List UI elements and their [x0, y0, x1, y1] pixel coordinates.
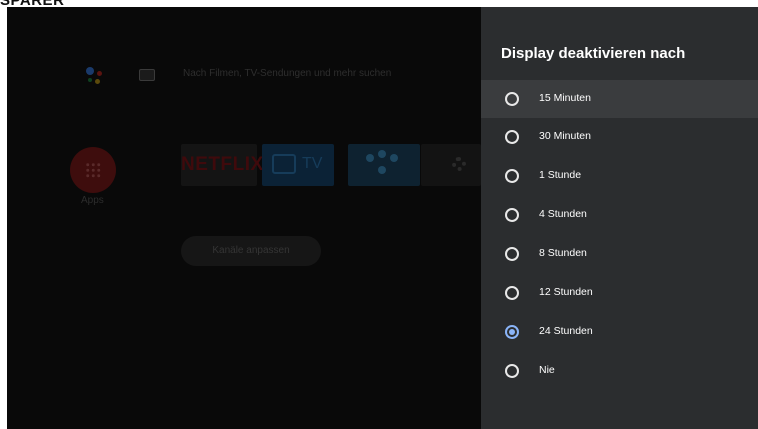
radio-unchecked-icon[interactable] — [505, 208, 519, 222]
gear-icon — [452, 157, 466, 171]
option-24-stunden[interactable]: 24 Stunden — [481, 313, 758, 351]
home-screen-dimmed: Nach Filmen, TV-Sendungen und mehr suche… — [7, 7, 481, 429]
option-label: 30 Minuten — [539, 130, 591, 142]
option-30-minuten[interactable]: 30 Minuten — [481, 118, 758, 156]
customize-channels-button[interactable]: Kanäle anpassen — [181, 236, 321, 266]
option-1-stunde[interactable]: 1 Stunde — [481, 157, 758, 195]
search-hint[interactable]: Nach Filmen, TV-Sendungen und mehr suche… — [183, 68, 391, 79]
option-15-minuten[interactable]: 15 Minuten — [481, 80, 758, 118]
radio-unchecked-icon[interactable] — [505, 130, 519, 144]
option-label: 4 Stunden — [539, 208, 587, 220]
store-tile[interactable] — [348, 144, 420, 186]
option-4-stunden[interactable]: 4 Stunden — [481, 196, 758, 234]
option-label: 12 Stunden — [539, 286, 593, 298]
option-label: 15 Minuten — [539, 92, 591, 104]
apps-grid-icon — [85, 162, 101, 178]
tv-icon — [272, 154, 296, 174]
panel-title: Display deaktivieren nach — [501, 45, 686, 62]
tv-screen: Nach Filmen, TV-Sendungen und mehr suche… — [7, 7, 758, 429]
option-12-stunden[interactable]: 12 Stunden — [481, 274, 758, 312]
option-8-stunden[interactable]: 8 Stunden — [481, 235, 758, 273]
tv-tile-label: TV — [302, 155, 323, 172]
option-label: Nie — [539, 364, 555, 376]
assistant-icon[interactable] — [82, 65, 106, 89]
settings-tile[interactable] — [421, 144, 481, 186]
option-label: 8 Stunden — [539, 247, 587, 259]
radio-checked-icon[interactable] — [505, 325, 519, 339]
netflix-tile[interactable]: NETFLIX — [181, 144, 263, 186]
tv-tile[interactable]: TV — [262, 144, 334, 186]
radio-unchecked-icon[interactable] — [505, 247, 519, 261]
option-label: 1 Stunde — [539, 169, 582, 181]
apps-label: Apps — [81, 195, 104, 206]
option-nie[interactable]: Nie — [481, 352, 758, 390]
option-label: 24 Stunden — [539, 325, 593, 337]
keyboard-icon[interactable] — [139, 69, 155, 81]
settings-panel: Display deaktivieren nach 15 Minuten 30 … — [481, 7, 758, 429]
radio-unchecked-icon[interactable] — [505, 286, 519, 300]
radio-unchecked-icon[interactable] — [505, 92, 519, 106]
radio-unchecked-icon[interactable] — [505, 169, 519, 183]
radio-unchecked-icon[interactable] — [505, 364, 519, 378]
